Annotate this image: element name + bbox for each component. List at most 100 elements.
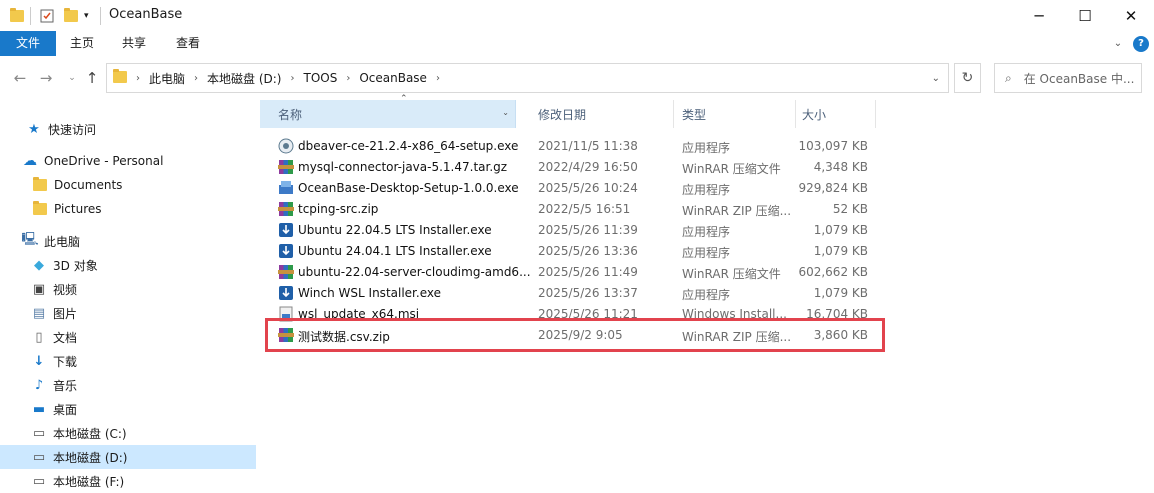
nav-item-quick-access[interactable]: ★ 快速访问 <box>0 117 256 141</box>
nav-item-label: 图片 <box>53 306 78 321</box>
file-type: 应用程序 <box>682 288 731 302</box>
file-type: 应用程序 <box>682 183 731 197</box>
download-icon: ↓ <box>33 353 45 369</box>
file-row[interactable]: OceanBase-Desktop-Setup-1.0.0.exe 2025/5/… <box>258 178 878 199</box>
tab-view[interactable]: 查看 <box>160 31 216 56</box>
nav-item-label: Documents <box>54 178 123 192</box>
file-size: 1,079 KB <box>813 286 868 300</box>
customize-toolbar-chevron-icon[interactable]: ▾ <box>84 7 89 25</box>
file-date: 2025/5/26 11:49 <box>538 265 638 279</box>
file-name: OceanBase-Desktop-Setup-1.0.0.exe <box>298 181 519 195</box>
nav-item-downloads[interactable]: ↓ 下载 <box>0 349 256 373</box>
column-header-name[interactable]: ⌃ 名称 ⌄ <box>260 94 516 128</box>
file-date: 2022/5/5 16:51 <box>538 202 631 216</box>
nav-item-drive-f[interactable]: ▭ 本地磁盘 (F:) <box>0 469 256 493</box>
file-name: Winch WSL Installer.exe <box>298 286 441 300</box>
nav-item-pictures[interactable]: Pictures <box>0 197 256 221</box>
file-type: WinRAR 压缩文件 <box>682 162 781 176</box>
star-icon: ★ <box>28 121 40 137</box>
sort-ascending-icon: ⌃ <box>400 94 408 104</box>
music-icon: ♪ <box>34 377 44 393</box>
new-folder-icon[interactable] <box>64 7 78 25</box>
file-name: tcping-src.zip <box>298 202 379 216</box>
up-arrow-icon[interactable]: ↑ <box>82 68 102 88</box>
nav-item-videos[interactable]: ▣ 视频 <box>0 277 256 301</box>
refresh-button[interactable]: ↻ <box>954 63 981 93</box>
breadcrumb-separator-icon: › <box>290 72 295 84</box>
file-size: 103,097 KB <box>798 139 868 153</box>
file-size: 4,348 KB <box>813 160 868 174</box>
nav-item-3d-objects[interactable]: ◆ 3D 对象 <box>0 253 256 277</box>
file-row[interactable]: Ubuntu 22.04.5 LTS Installer.exe 2025/5/2… <box>258 220 878 241</box>
breadcrumb-oceanbase[interactable]: OceanBase <box>359 71 427 85</box>
file-row[interactable]: ubuntu-22.04-server-cloudimg-amd6... 2025… <box>258 262 878 283</box>
download-installer-icon <box>278 243 294 259</box>
address-history-chevron-icon[interactable]: ⌄ <box>932 73 940 84</box>
breadcrumb-drive-d[interactable]: 本地磁盘 (D:) <box>207 70 281 87</box>
column-header-label: 大小 <box>802 107 827 122</box>
dbeaver-icon <box>278 138 294 154</box>
file-row[interactable]: dbeaver-ce-21.2.4-x86_64-setup.exe 2021/1… <box>258 136 878 157</box>
file-size: 929,824 KB <box>798 181 868 195</box>
breadcrumb-separator-icon: › <box>194 72 199 84</box>
file-date: 2021/11/5 11:38 <box>538 139 638 153</box>
nav-item-desktop[interactable]: ▬ 桌面 <box>0 397 256 421</box>
drive-icon: ▭ <box>32 425 46 441</box>
file-name: Ubuntu 24.04.1 LTS Installer.exe <box>298 244 492 258</box>
breadcrumb-this-pc[interactable]: 此电脑 <box>149 70 185 87</box>
file-date: 2025/5/26 10:24 <box>538 181 638 195</box>
nav-item-this-pc[interactable]: 🖳 此电脑 <box>0 229 256 253</box>
recent-locations-chevron-icon[interactable]: ⌄ <box>62 68 82 88</box>
nav-item-label: 3D 对象 <box>53 258 98 273</box>
column-filter-chevron-icon[interactable]: ⌄ <box>502 108 509 117</box>
tab-share[interactable]: 共享 <box>108 31 160 56</box>
desktop-icon: ▬ <box>32 401 46 417</box>
nav-item-music[interactable]: ♪ 音乐 <box>0 373 256 397</box>
cloud-icon: ☁ <box>23 153 37 169</box>
minimize-button[interactable]: ─ <box>1016 0 1062 31</box>
folder-icon <box>32 201 48 217</box>
nav-item-documents-lib[interactable]: ▯ 文档 <box>0 325 256 349</box>
expand-ribbon-chevron-icon[interactable]: ⌄ <box>1110 31 1126 56</box>
divider <box>30 7 31 25</box>
nav-item-drive-c[interactable]: ▭ 本地磁盘 (C:) <box>0 421 256 445</box>
document-icon: ▯ <box>35 329 43 345</box>
help-icon[interactable]: ? <box>1133 36 1149 52</box>
search-input[interactable]: ⌕ 在 OceanBase 中... <box>994 63 1142 93</box>
file-size: 52 KB <box>832 202 868 216</box>
column-header-date[interactable]: 修改日期 <box>520 100 674 128</box>
nav-item-pictures-lib[interactable]: ▤ 图片 <box>0 301 256 325</box>
file-type: 应用程序 <box>682 225 731 239</box>
forward-arrow-icon[interactable]: → <box>36 68 56 88</box>
file-date: 2022/4/29 16:50 <box>538 160 638 174</box>
nav-item-label: 本地磁盘 (F:) <box>53 474 125 489</box>
properties-icon[interactable] <box>40 7 54 25</box>
file-row[interactable]: tcping-src.zip 2022/5/5 16:51 WinRAR ZIP 压… <box>258 199 878 220</box>
file-type: WinRAR 压缩文件 <box>682 267 781 281</box>
address-bar[interactable]: › 此电脑 › 本地磁盘 (D:) › TOOS › OceanBase › ⌄ <box>106 63 949 93</box>
nav-item-label: 本地磁盘 (D:) <box>53 450 128 465</box>
folder-icon <box>113 68 127 86</box>
highlight-box <box>265 318 885 352</box>
breadcrumb-separator-icon: › <box>136 72 140 84</box>
maximize-button[interactable]: ☐ <box>1062 0 1108 31</box>
breadcrumb-toos[interactable]: TOOS <box>303 71 337 85</box>
file-name: ubuntu-22.04-server-cloudimg-amd6... <box>298 265 531 279</box>
nav-item-label: 音乐 <box>53 378 78 393</box>
file-row[interactable]: Winch WSL Installer.exe 2025/5/26 13:37 应用… <box>258 283 878 304</box>
file-row[interactable]: mysql-connector-java-5.1.47.tar.gz 2022/4… <box>258 157 878 178</box>
tab-home[interactable]: 主页 <box>56 31 108 56</box>
nav-item-onedrive[interactable]: ☁ OneDrive - Personal <box>0 149 256 173</box>
back-arrow-icon[interactable]: ← <box>10 68 30 88</box>
close-button[interactable]: ✕ <box>1108 0 1154 31</box>
column-header-type[interactable]: 类型 <box>674 100 796 128</box>
column-header-label: 修改日期 <box>538 107 587 122</box>
tab-file[interactable]: 文件 <box>0 31 56 56</box>
winrar-icon <box>278 201 294 217</box>
nav-item-documents[interactable]: Documents <box>0 173 256 197</box>
file-row[interactable]: Ubuntu 24.04.1 LTS Installer.exe 2025/5/2… <box>258 241 878 262</box>
nav-item-drive-d[interactable]: ▭ 本地磁盘 (D:) <box>0 445 256 469</box>
refresh-icon: ↻ <box>961 70 974 86</box>
column-header-size[interactable]: 大小 <box>796 100 876 128</box>
folder-icon <box>32 177 48 193</box>
